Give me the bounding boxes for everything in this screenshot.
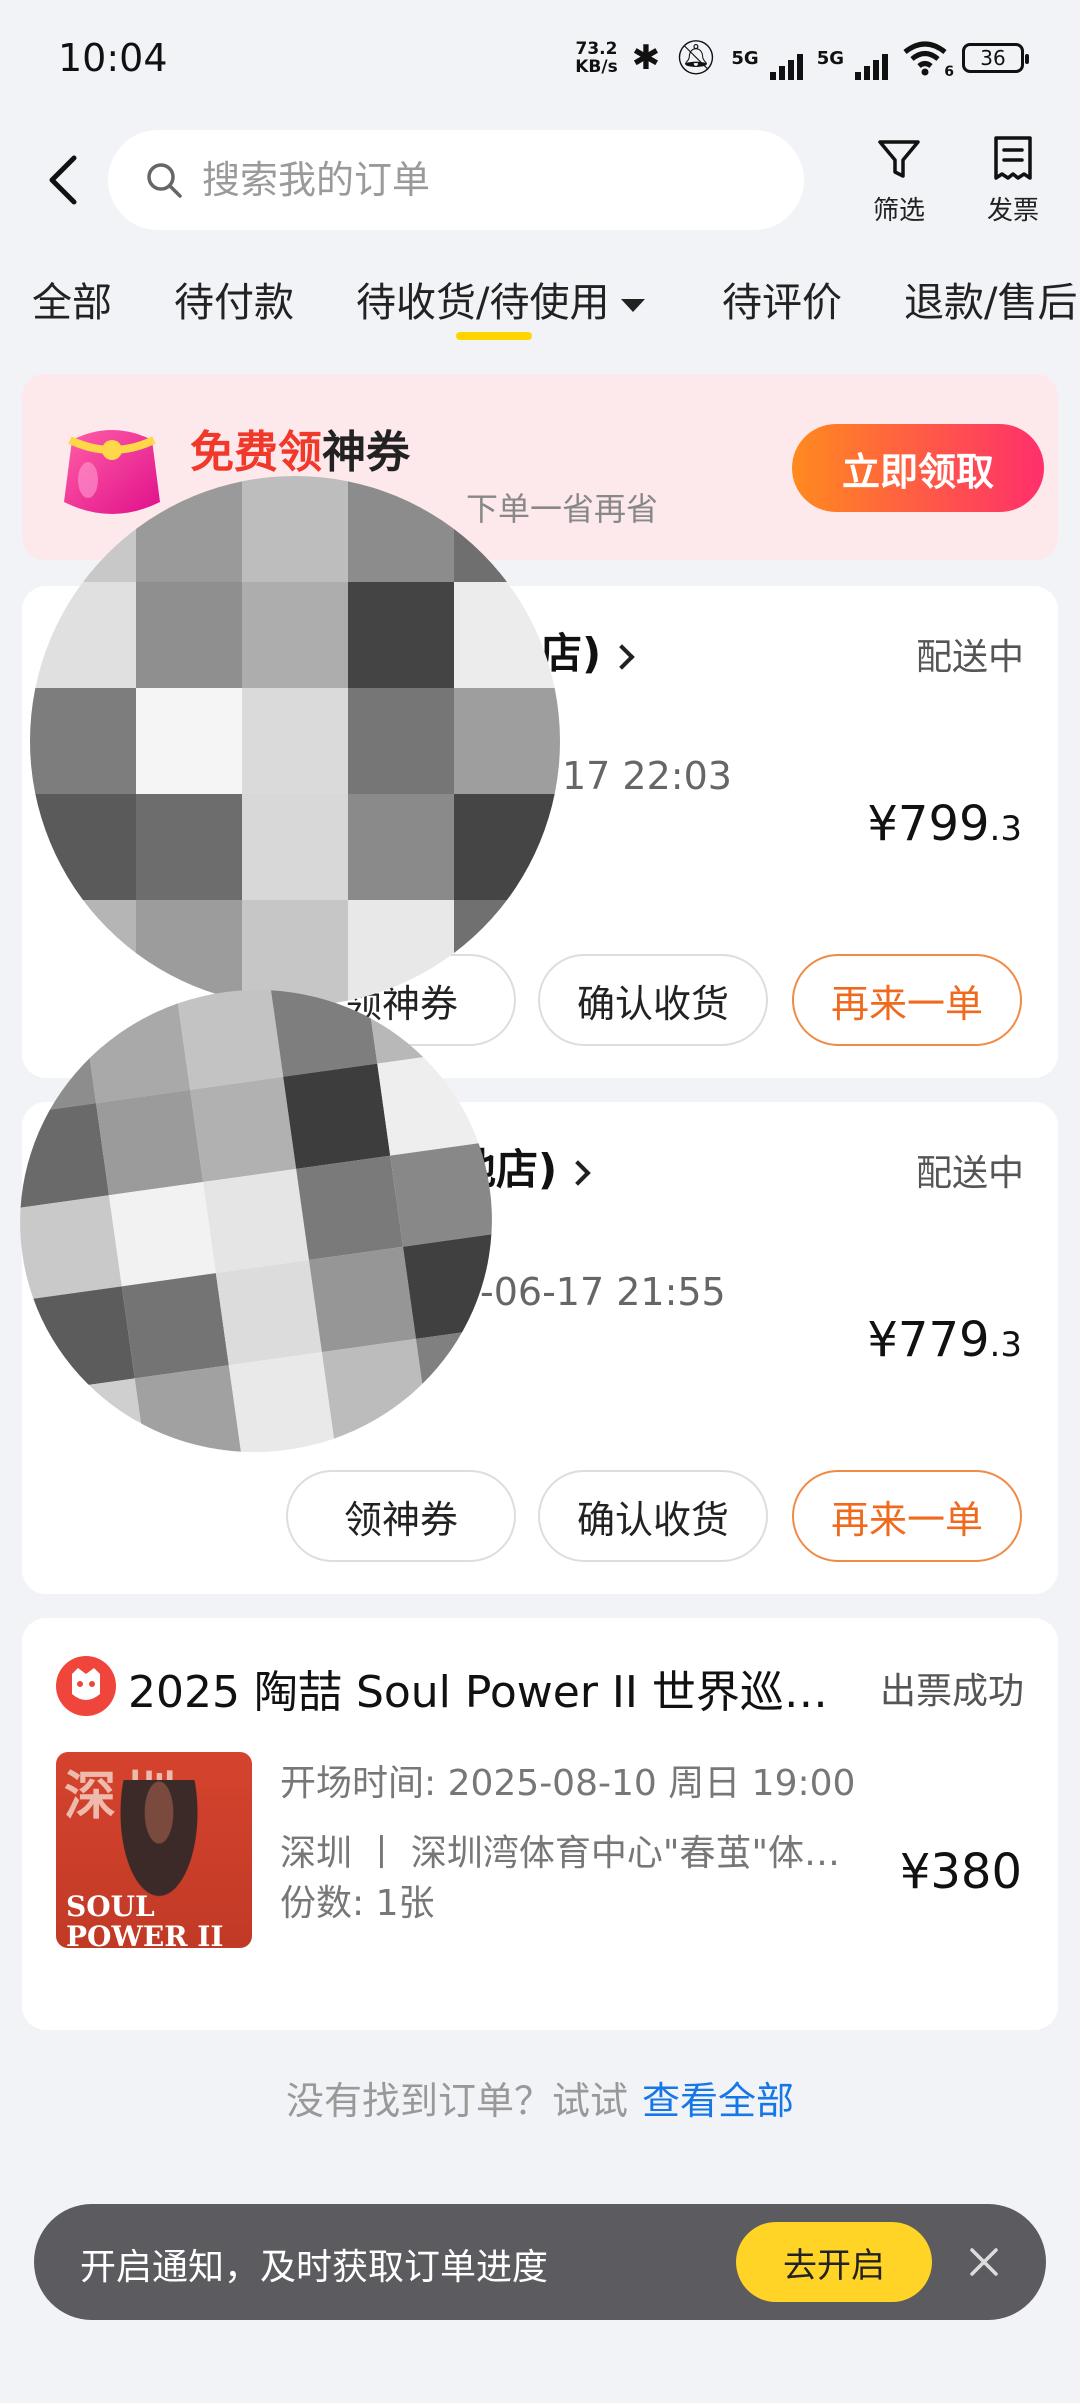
mosaic-tile xyxy=(283,1064,390,1169)
tab-pending-payment[interactable]: 待付款 xyxy=(174,270,294,328)
status-bar: 10:04 73.2 KB/s ✱ 🔕︎ 5G 5G 6 36 xyxy=(0,0,1080,120)
concert-title[interactable]: 2025 陶喆 Soul Power II 世界巡回… xyxy=(128,1656,848,1720)
tab-refund[interactable]: 退款/售后 xyxy=(904,270,1077,328)
wifi-icon: 6 xyxy=(902,40,954,80)
mosaic-tile xyxy=(242,688,348,794)
invoice-label: 发票 xyxy=(986,196,1039,226)
mosaic-tile xyxy=(296,1155,403,1261)
reorder-button[interactable]: 再来一单 xyxy=(792,954,1022,1046)
promo-subtitle: 下单一省再省 xyxy=(466,490,659,528)
close-notification-button[interactable] xyxy=(964,2242,1004,2282)
enable-notification-button[interactable]: 去开启 xyxy=(736,2222,932,2302)
mosaic-tile xyxy=(136,688,242,794)
signal-sim1-icon: 5G xyxy=(731,48,803,80)
back-button[interactable] xyxy=(40,150,90,210)
tab-pending-review[interactable]: 待评价 xyxy=(722,270,842,328)
order-time: -06-17 21:55 xyxy=(480,1270,726,1314)
damai-logo-icon xyxy=(56,1656,116,1716)
battery-icon: 36 xyxy=(962,43,1029,73)
mosaic-tile xyxy=(177,985,284,1091)
order-status: 配送中 xyxy=(915,1153,1024,1194)
redaction-mosaic xyxy=(30,476,560,1006)
signal-sim2-icon: 5G xyxy=(817,48,888,80)
order-status: 配送中 xyxy=(915,637,1024,678)
notification-text: 开启通知，及时获取订单进度 xyxy=(80,2247,549,2288)
mosaic-tile xyxy=(15,1194,123,1300)
mosaic-tile xyxy=(348,794,454,900)
concert-venue: 深圳 丨 深圳湾体育中心"春茧"体… xyxy=(280,1833,841,1874)
claim-coupon-button[interactable]: 立即领取 xyxy=(792,424,1044,512)
confirm-receipt-button[interactable]: 确认收货 xyxy=(538,954,768,1046)
bluetooth-icon: ✱ xyxy=(631,38,661,78)
filter-icon xyxy=(878,140,920,178)
notification-prompt: 开启通知，及时获取订单进度 去开启 xyxy=(34,2204,1046,2320)
status-time: 10:04 xyxy=(58,36,168,80)
status-icons: 73.2 KB/s ✱ 🔕︎ 5G 5G 6 36 xyxy=(575,38,1029,80)
order-price: ¥799.3 xyxy=(867,796,1022,852)
order-tabs: 全部 待付款 待收货/待使用 待评价 退款/售后 xyxy=(0,270,1080,350)
mosaic-tile xyxy=(189,1077,297,1182)
ticket-price: ¥380 xyxy=(899,1844,1022,1900)
no-order-hint: 没有找到订单？试试 查看全部 xyxy=(285,2079,795,2123)
chevron-right-icon xyxy=(609,643,635,670)
order-price: ¥779.3 xyxy=(867,1312,1022,1368)
tab-pending-receipt[interactable]: 待收货/待使用 xyxy=(356,270,646,328)
mosaic-tile xyxy=(215,1260,323,1365)
mosaic-tile xyxy=(96,1090,203,1195)
mosaic-tile xyxy=(348,688,454,794)
mosaic-tile xyxy=(136,582,242,688)
mute-bell-icon: 🔕︎ xyxy=(674,38,718,78)
reorder-button[interactable]: 再来一单 xyxy=(792,1470,1022,1562)
mosaic-tile xyxy=(242,582,348,688)
coupon-bag-icon xyxy=(64,430,160,514)
mosaic-tile xyxy=(202,1168,310,1274)
mosaic-tile xyxy=(242,476,348,582)
view-all-link[interactable]: 查看全部 xyxy=(642,2079,794,2123)
promo-title: 免费领神券 xyxy=(190,427,410,478)
invoice-icon xyxy=(994,136,1032,180)
mosaic-tile xyxy=(454,688,560,794)
network-speed: 73.2 KB/s xyxy=(575,39,618,77)
chevron-left-icon xyxy=(49,155,77,205)
mosaic-tile xyxy=(109,1181,216,1287)
filter-button[interactable]: 筛选 xyxy=(854,134,944,227)
invoice-button[interactable]: 发票 xyxy=(968,134,1058,227)
mosaic-tile xyxy=(242,794,348,900)
tab-all[interactable]: 全部 xyxy=(32,270,112,328)
mosaic-tile xyxy=(389,1142,497,1248)
filter-label: 筛选 xyxy=(872,196,925,226)
ticket-status: 出票成功 xyxy=(879,1671,1024,1712)
mosaic-tile xyxy=(3,1103,110,1209)
mosaic-tile xyxy=(30,688,136,794)
search-bar[interactable] xyxy=(108,130,804,230)
store-name[interactable]: 店) xyxy=(540,620,635,681)
confirm-receipt-button[interactable]: 确认收货 xyxy=(538,1470,768,1562)
mosaic-tile xyxy=(136,794,242,900)
ticket-quantity: 份数: 1张 xyxy=(280,1883,435,1924)
close-icon xyxy=(970,2248,998,2276)
mosaic-tile xyxy=(309,1247,416,1352)
caret-down-icon xyxy=(621,298,646,312)
concert-showtime: 开场时间: 2025-08-10 周日 19:00 xyxy=(280,1763,856,1804)
concert-poster[interactable]: 深圳 SOUL POWER II xyxy=(56,1752,252,1948)
search-input[interactable] xyxy=(202,158,762,202)
mosaic-tile xyxy=(348,582,454,688)
chevron-right-icon xyxy=(565,1159,591,1186)
active-tab-indicator xyxy=(456,332,532,340)
order-time: 17 22:03 xyxy=(562,754,732,798)
ticket-order-card[interactable]: 2025 陶喆 Soul Power II 世界巡回… 出票成功 深圳 SOUL… xyxy=(22,1618,1058,2030)
mosaic-tile xyxy=(228,1351,335,1457)
search-icon xyxy=(147,163,182,198)
get-coupon-button[interactable]: 领神券 xyxy=(286,1470,516,1562)
mosaic-tile xyxy=(122,1273,229,1378)
